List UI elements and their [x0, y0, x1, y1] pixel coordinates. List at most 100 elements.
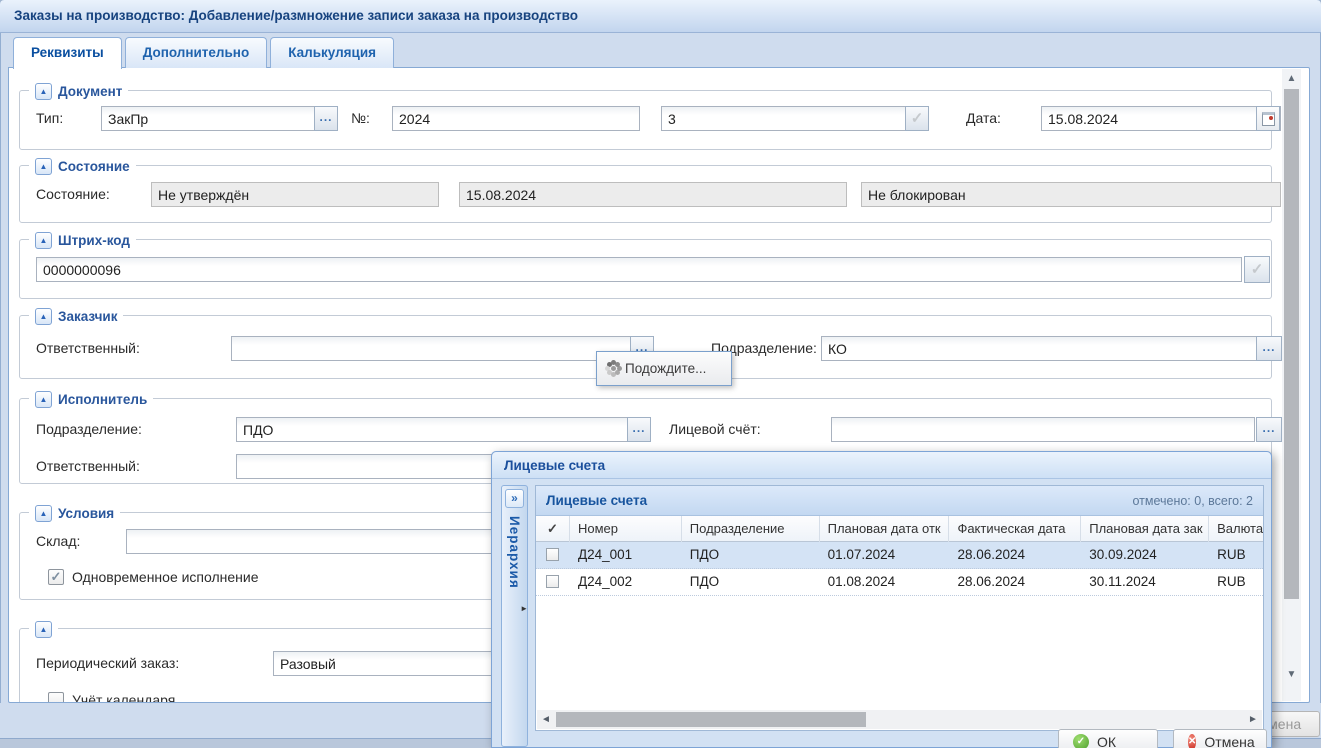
- warehouse-label: Склад:: [36, 529, 80, 554]
- exec-division-input[interactable]: [236, 417, 628, 442]
- tab-requisites[interactable]: Реквизиты: [13, 37, 122, 69]
- exec-division-label: Подразделение:: [36, 417, 142, 442]
- grid-counter: отмечено: 0, всего: 2: [1132, 494, 1253, 508]
- section-title: Документ: [58, 84, 122, 99]
- state-lock-field: [861, 182, 1281, 207]
- simultaneous-label: Одновременное исполнение: [72, 568, 259, 586]
- customer-responsible-input[interactable]: [231, 336, 631, 361]
- state-date-field: [459, 182, 847, 207]
- hierarchy-panel[interactable]: » Иерархия ►: [501, 485, 528, 747]
- scrollbar-thumb[interactable]: [1284, 89, 1299, 599]
- cell-division: ПДО: [682, 569, 820, 596]
- cell-fact-date: 28.06.2024: [949, 542, 1081, 569]
- scroll-right-icon[interactable]: ►: [1244, 710, 1262, 729]
- window-title: Заказы на производство: Добавление/размн…: [0, 0, 1321, 33]
- expand-icon[interactable]: »: [505, 489, 524, 508]
- cell-currency: RUB: [1209, 542, 1263, 569]
- collapse-icon[interactable]: ▲: [35, 232, 52, 249]
- main-vertical-scrollbar[interactable]: ▲ ▼: [1282, 69, 1301, 701]
- cell-plan-open: 01.08.2024: [820, 569, 950, 596]
- spinner-icon: [611, 366, 616, 371]
- hierarchy-label: Иерархия: [507, 516, 522, 589]
- tab-additional[interactable]: Дополнительно: [125, 37, 268, 68]
- section-title: Состояние: [58, 159, 130, 174]
- section-title: Штрих-код: [58, 233, 130, 248]
- customer-division-input[interactable]: [821, 336, 1257, 361]
- collapse-icon[interactable]: ▲: [35, 83, 52, 100]
- doc-suffix-input[interactable]: [661, 106, 929, 131]
- ok-icon: ✓: [1073, 734, 1089, 748]
- ok-button[interactable]: ✓ ОК: [1058, 729, 1158, 748]
- table-header-row: ✓ Номер Подразделение Плановая дата отк …: [536, 516, 1263, 542]
- panel-handle-icon[interactable]: ►: [520, 604, 528, 613]
- collapse-icon[interactable]: ▲: [35, 158, 52, 175]
- production-order-window: Заказы на производство: Добавление/размн…: [0, 0, 1321, 748]
- accounts-grid: Лицевые счета отмечено: 0, всего: 2 ✓ Но…: [535, 485, 1264, 731]
- cell-plan-open: 01.07.2024: [820, 542, 950, 569]
- exec-division-lookup-button[interactable]: ...: [627, 417, 651, 442]
- section-title: Исполнитель: [58, 392, 147, 407]
- section-title: Условия: [58, 506, 114, 521]
- tab-bar: Реквизиты Дополнительно Калькуляция: [13, 37, 394, 69]
- section-barcode: ▲ Штрих-код ✓: [19, 239, 1272, 299]
- cell-division: ПДО: [682, 542, 820, 569]
- scrollbar-thumb[interactable]: [556, 712, 866, 727]
- row-checkbox[interactable]: [546, 548, 559, 561]
- calendar-checkbox-label: Учёт календаря: [72, 691, 175, 703]
- wait-tooltip: Подождите...: [596, 351, 732, 386]
- row-checkbox[interactable]: [546, 575, 559, 588]
- grid-horizontal-scrollbar[interactable]: ◄ ►: [537, 710, 1262, 729]
- collapse-icon[interactable]: ▲: [35, 308, 52, 325]
- section-title: Заказчик: [58, 309, 117, 324]
- section-state: ▲ Состояние Состояние:: [19, 165, 1272, 223]
- scroll-up-icon[interactable]: ▲: [1282, 71, 1301, 87]
- column-currency[interactable]: Валюта: [1209, 516, 1263, 542]
- column-plan-close[interactable]: Плановая дата зак: [1081, 516, 1209, 542]
- suffix-check-icon[interactable]: ✓: [905, 106, 929, 131]
- grid-header: Лицевые счета отмечено: 0, всего: 2: [536, 486, 1263, 516]
- account-input[interactable]: [831, 417, 1255, 442]
- account-label: Лицевой счёт:: [669, 417, 761, 442]
- grid-title: Лицевые счета: [546, 493, 647, 508]
- table-row[interactable]: Д24_001 ПДО 01.07.2024 28.06.2024 30.09.…: [536, 542, 1263, 569]
- table-row[interactable]: Д24_002 ПДО 01.08.2024 28.06.2024 30.11.…: [536, 569, 1263, 596]
- cell-fact-date: 28.06.2024: [949, 569, 1081, 596]
- collapse-icon[interactable]: ▲: [35, 621, 52, 638]
- simultaneous-checkbox[interactable]: ✓: [48, 569, 64, 585]
- column-fact-date[interactable]: Фактическая дата: [949, 516, 1081, 542]
- account-lookup-button[interactable]: ...: [1256, 417, 1282, 442]
- number-label: №:: [351, 106, 370, 131]
- column-check-icon[interactable]: ✓: [536, 516, 570, 542]
- column-plan-open[interactable]: Плановая дата отк: [820, 516, 950, 542]
- accounts-popup: Лицевые счета » Иерархия ► Лицевые счета…: [491, 451, 1272, 748]
- cancel-button-label: Отмена: [1204, 734, 1254, 748]
- popup-cancel-button[interactable]: ✕ Отмена: [1173, 729, 1267, 748]
- date-label: Дата:: [966, 106, 1001, 131]
- division-lookup-button[interactable]: ...: [1256, 336, 1282, 361]
- collapse-icon[interactable]: ▲: [35, 391, 52, 408]
- cell-number: Д24_002: [570, 569, 682, 596]
- state-label: Состояние:: [36, 182, 110, 207]
- calendar-button[interactable]: [1256, 106, 1280, 131]
- type-lookup-button[interactable]: ...: [314, 106, 338, 131]
- collapse-icon[interactable]: ▲: [35, 505, 52, 522]
- doc-date-input[interactable]: [1041, 106, 1281, 131]
- popup-title: Лицевые счета: [492, 452, 1271, 479]
- barcode-check-icon[interactable]: ✓: [1244, 256, 1270, 283]
- column-division[interactable]: Подразделение: [682, 516, 820, 542]
- tab-calculation[interactable]: Калькуляция: [270, 37, 394, 68]
- doc-type-input[interactable]: [101, 106, 315, 131]
- barcode-input[interactable]: [36, 257, 1242, 282]
- scroll-left-icon[interactable]: ◄: [537, 710, 555, 729]
- exec-responsible-label: Ответственный:: [36, 454, 140, 479]
- doc-number-input[interactable]: [392, 106, 640, 131]
- periodic-order-label: Периодический заказ:: [36, 651, 179, 676]
- wait-tooltip-label: Подождите...: [625, 361, 706, 376]
- cancel-icon: ✕: [1188, 734, 1196, 748]
- state-status-field: [151, 182, 439, 207]
- scroll-down-icon[interactable]: ▼: [1282, 667, 1301, 683]
- cell-currency: RUB: [1209, 569, 1263, 596]
- calendar-checkbox[interactable]: [48, 692, 64, 703]
- ok-button-label: ОК: [1097, 734, 1116, 748]
- column-number[interactable]: Номер: [570, 516, 682, 542]
